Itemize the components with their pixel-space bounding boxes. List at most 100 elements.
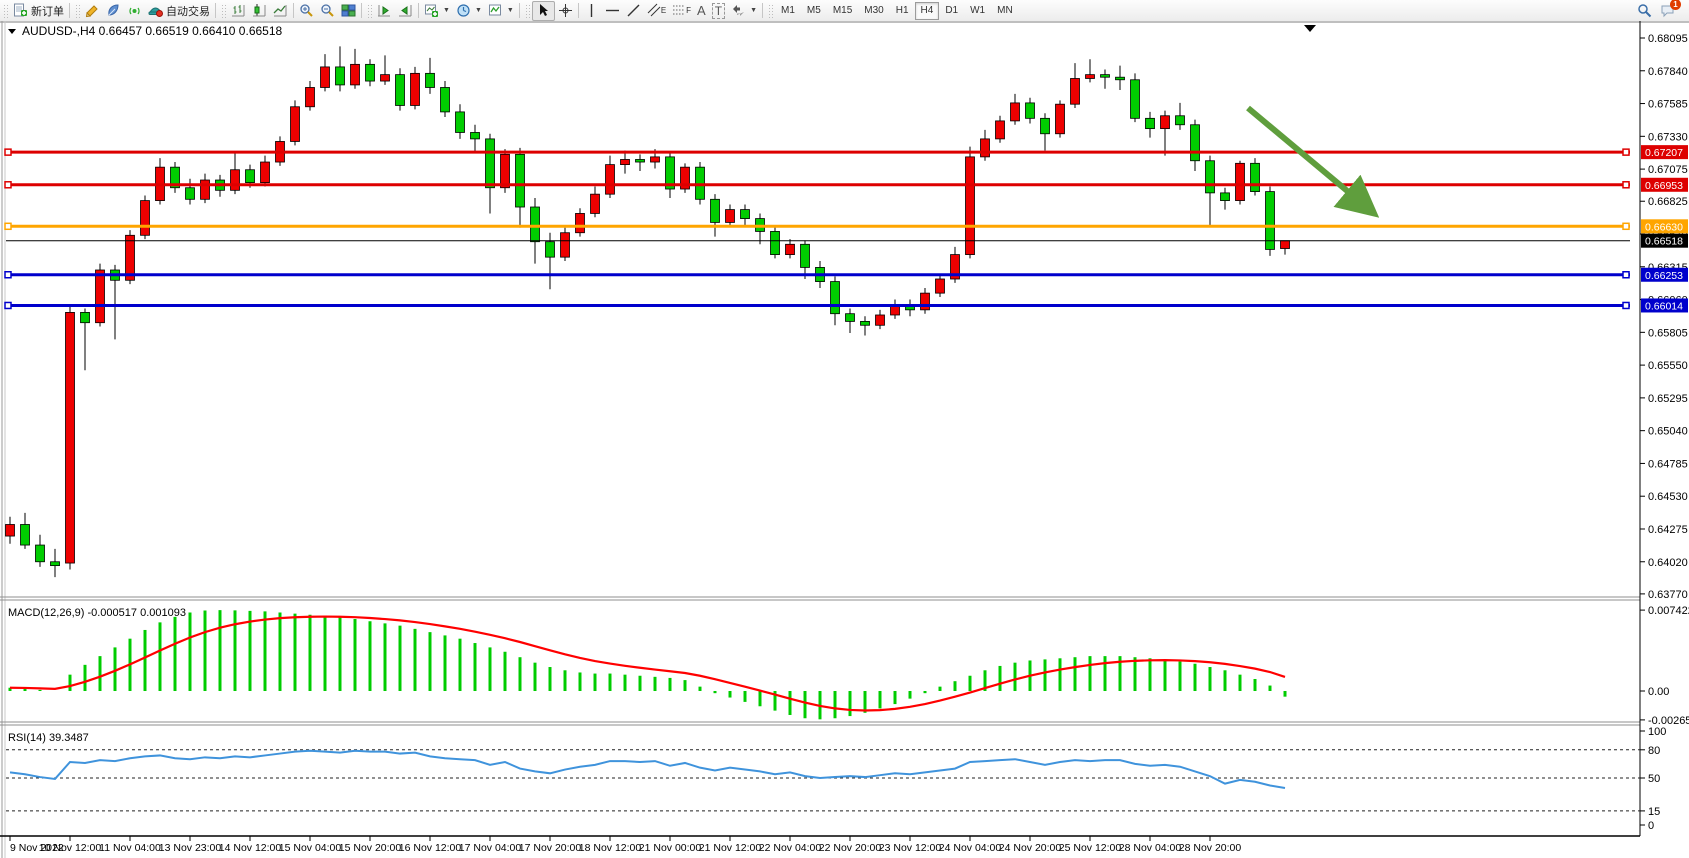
rsi-axis-label: 0 bbox=[1648, 820, 1654, 832]
signals-button[interactable] bbox=[124, 2, 145, 20]
time-tick-label: 14 Nov 12:00 bbox=[219, 842, 282, 854]
chart-window[interactable]: 0.680950.678400.675850.673300.670750.668… bbox=[0, 21, 1689, 858]
fibonacci-tool-button[interactable]: F bbox=[669, 2, 694, 20]
timeframe-D1[interactable]: D1 bbox=[939, 2, 964, 20]
chart-title: AUDUSD-,H4 0.66457 0.66519 0.66410 0.665… bbox=[8, 24, 283, 38]
toolbar-grip[interactable] bbox=[525, 4, 530, 18]
time-tick-label: 28 Nov 04:00 bbox=[1119, 842, 1182, 854]
toolbar-grip[interactable] bbox=[221, 4, 226, 18]
price-tick-label: 0.64020 bbox=[1648, 557, 1688, 569]
time-tick-label: 28 Nov 20:00 bbox=[1179, 842, 1242, 854]
price-tick-label: 0.67840 bbox=[1648, 66, 1688, 78]
crosshair-tool-button[interactable] bbox=[555, 2, 576, 20]
toolbar-grip[interactable] bbox=[3, 4, 8, 18]
candle-up bbox=[876, 315, 885, 325]
label-tool-button[interactable]: T bbox=[709, 2, 728, 20]
line-chart-mode-button[interactable] bbox=[270, 2, 291, 20]
candle-up bbox=[651, 157, 660, 162]
candle-up bbox=[786, 244, 795, 254]
candle-down bbox=[1146, 118, 1155, 128]
autotrading-button[interactable]: 自动交易 bbox=[145, 2, 213, 20]
notification-badge: 1 bbox=[1670, 0, 1681, 10]
time-tick-label: 11 Nov 04:00 bbox=[99, 842, 161, 854]
price-label-text: 0.66253 bbox=[1645, 270, 1683, 282]
notifications-button[interactable]: 1 bbox=[1660, 3, 1675, 18]
dropdown-caret-icon: ▼ bbox=[507, 7, 514, 14]
time-tick-label: 22 Nov 04:00 bbox=[759, 842, 822, 854]
search-icon[interactable] bbox=[1637, 3, 1652, 18]
candle-down bbox=[1026, 103, 1035, 118]
time-tick-label: 10 Nov 12:00 bbox=[39, 842, 102, 854]
profiles-button[interactable]: ▼ bbox=[453, 2, 485, 20]
candle-down bbox=[1041, 118, 1050, 133]
toolbar-grip[interactable] bbox=[768, 4, 773, 18]
mt4-terminal-window: 新订单 bbox=[0, 0, 1689, 858]
chart-shift-button[interactable] bbox=[395, 2, 416, 20]
candle-up bbox=[561, 233, 570, 257]
signals-icon bbox=[127, 3, 142, 18]
vertical-line-tool-button[interactable] bbox=[581, 2, 602, 20]
tile-windows-button[interactable] bbox=[338, 2, 359, 20]
candle-up bbox=[261, 162, 270, 183]
autotrading-label: 自动交易 bbox=[166, 3, 210, 19]
candle-down bbox=[861, 321, 870, 325]
timeframe-M15[interactable]: M15 bbox=[827, 2, 858, 20]
candle-up bbox=[321, 67, 330, 88]
timeframe-M1[interactable]: M1 bbox=[775, 2, 801, 20]
price-tick-label: 0.67330 bbox=[1648, 131, 1688, 143]
candle-down bbox=[21, 524, 30, 545]
timeframe-M30[interactable]: M30 bbox=[858, 2, 889, 20]
chart-title-text: AUDUSD-,H4 0.66457 0.66519 0.66410 0.665… bbox=[22, 24, 283, 38]
timeframe-H4[interactable]: H4 bbox=[915, 2, 940, 20]
candle-down bbox=[546, 242, 555, 257]
zoom-in-button[interactable] bbox=[296, 2, 317, 20]
candle-down bbox=[531, 207, 540, 242]
fibonacci-icon bbox=[672, 3, 687, 18]
channel-glyph: E bbox=[661, 6, 666, 15]
cursor-tool-button[interactable] bbox=[532, 1, 555, 21]
horizontal-line-tool-button[interactable] bbox=[602, 2, 623, 20]
candle-down bbox=[1251, 163, 1260, 191]
price-tick-label: 0.65295 bbox=[1648, 393, 1688, 405]
candle-down bbox=[81, 312, 90, 322]
candle-down bbox=[1191, 125, 1200, 161]
price-tick-label: 0.65805 bbox=[1648, 327, 1688, 339]
bar-chart-mode-button[interactable] bbox=[228, 2, 249, 20]
candle-down bbox=[741, 210, 750, 219]
shapes-arrows-icon bbox=[731, 3, 746, 18]
shapes-tool-button[interactable]: ▼ bbox=[728, 2, 760, 20]
candle-up bbox=[1071, 78, 1080, 104]
price-label-text: 0.66014 bbox=[1645, 300, 1683, 312]
auto-scroll-button[interactable] bbox=[374, 2, 395, 20]
chart-canvas[interactable]: 0.680950.678400.675850.673300.670750.668… bbox=[0, 21, 1689, 858]
timeframe-H1[interactable]: H1 bbox=[890, 2, 915, 20]
timeframe-W1[interactable]: W1 bbox=[964, 2, 991, 20]
candle-up bbox=[1236, 163, 1245, 200]
candle-down bbox=[696, 167, 705, 199]
zoom-out-button[interactable] bbox=[317, 2, 338, 20]
text-tool-button[interactable]: A bbox=[694, 2, 709, 20]
rsi-axis-label: 100 bbox=[1648, 726, 1666, 738]
trendline-tool-button[interactable] bbox=[623, 2, 644, 20]
candle-up bbox=[981, 139, 990, 157]
price-label-text: 0.66518 bbox=[1645, 236, 1683, 248]
new-chart-button[interactable]: ▼ bbox=[421, 2, 453, 20]
price-tick-label: 0.64785 bbox=[1648, 458, 1688, 470]
candle-down bbox=[486, 139, 495, 188]
candle-up bbox=[201, 180, 210, 199]
toolbar-grip[interactable] bbox=[367, 4, 372, 18]
timeframe-M5[interactable]: M5 bbox=[801, 2, 827, 20]
candle-up bbox=[291, 107, 300, 142]
toolbar-grip[interactable] bbox=[75, 4, 80, 18]
styler-button[interactable] bbox=[82, 2, 103, 20]
channel-tool-button[interactable]: E bbox=[644, 2, 669, 20]
candlestick-mode-button[interactable] bbox=[249, 2, 270, 20]
indicators-button[interactable]: ▼ bbox=[485, 2, 517, 20]
macd-axis-label: 0.007422 bbox=[1648, 605, 1689, 617]
timeframe-MN[interactable]: MN bbox=[991, 2, 1019, 20]
rsi-axis-label: 80 bbox=[1648, 745, 1660, 757]
equidistant-channel-icon bbox=[647, 3, 662, 18]
new-order-button[interactable]: 新订单 bbox=[10, 2, 67, 20]
candle-up bbox=[231, 170, 240, 191]
publisher-button[interactable] bbox=[103, 2, 124, 20]
